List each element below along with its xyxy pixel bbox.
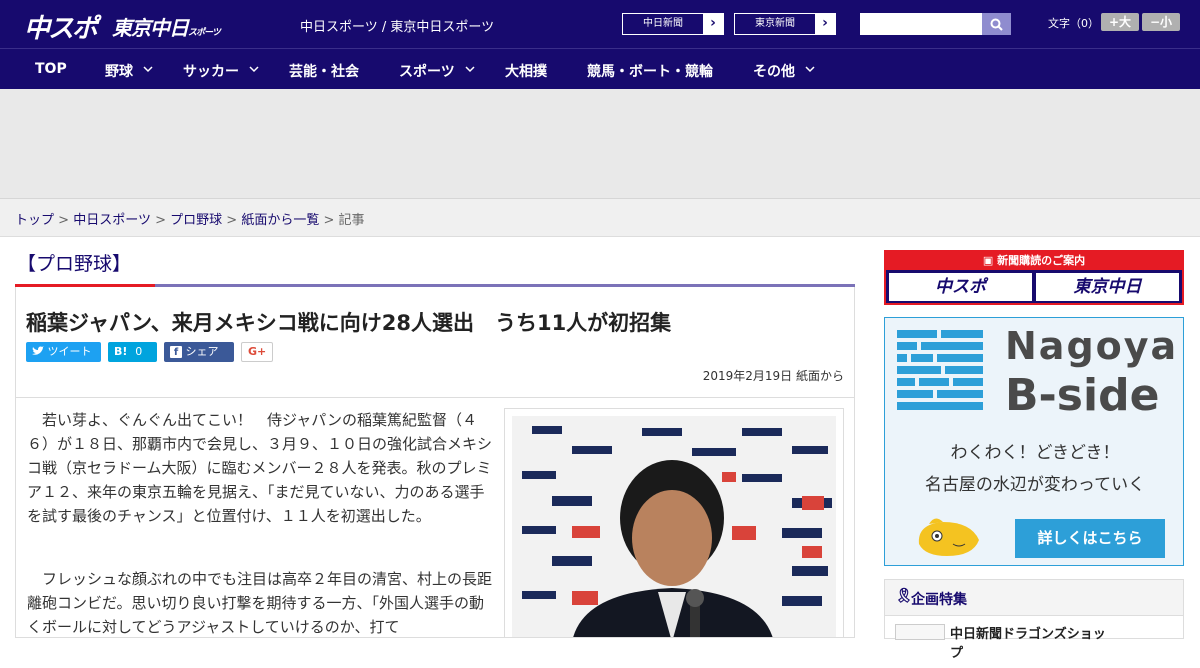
breadcrumb-current: 記事	[338, 213, 365, 228]
section-label: 【プロ野球】	[17, 253, 132, 275]
facebook-icon: f	[170, 346, 182, 358]
special-features-header: 🎗 企画特集	[885, 580, 1183, 616]
subscribe-tokyo-chunichi[interactable]: 東京中日	[1036, 273, 1179, 301]
search-input[interactable]	[860, 13, 982, 35]
chevron-down-icon	[249, 66, 259, 73]
sidebar: ▣ 新聞購読のご案内 中スポ 東京中日 Nagoya B-side わくわく！ど…	[884, 250, 1184, 661]
article-title: 稲葉ジャパン、来月メキシコ戦に向け28人選出 うち11人が初招集	[26, 311, 672, 335]
article-photo[interactable]	[504, 408, 844, 637]
breadcrumb-paper-list[interactable]: 紙面から一覧	[241, 213, 319, 228]
special-feature-label: 中日新聞ドラゴンズショップ	[950, 627, 1106, 661]
breadcrumb: トップ > 中日スポーツ > プロ野球 > 紙面から一覧 > 記事	[0, 199, 1200, 237]
brick-wall-icon	[897, 330, 983, 410]
breadcrumb-sep: >	[58, 213, 70, 228]
bside-tagline2: 名古屋の水辺が変わっていく	[924, 475, 1146, 495]
nav-item-baseball[interactable]: 野球	[105, 61, 133, 81]
article-column: 【プロ野球】 稲葉ジャパン、来月メキシコ戦に向け28人選出 うち11人が初招集 …	[15, 239, 855, 638]
article-paragraph: 若い芽よ、ぐんぐん出てこい！ 侍ジャパンの稲葉篤紀監督（４６）が１８日、那覇市内…	[27, 411, 493, 525]
article-body: 若い芽よ、ぐんぐん出てこい！ 侍ジャパンの稲葉篤紀監督（４６）が１８日、那覇市内…	[15, 398, 855, 638]
bside-details-button[interactable]: 詳しくはこちら	[1015, 519, 1165, 558]
font-size-up-button[interactable]: +大	[1101, 13, 1139, 31]
section-heading: 【プロ野球】	[15, 239, 855, 287]
google-plus-button[interactable]: G+	[241, 342, 273, 362]
facebook-share-button[interactable]: f シェア 0	[164, 342, 234, 378]
subscription-header: ▣ 新聞購読のご案内	[886, 252, 1182, 270]
subscription-header-text: 新聞購読のご案内	[997, 254, 1086, 267]
subscription-banner[interactable]: ▣ 新聞購読のご案内 中スポ 東京中日	[884, 250, 1184, 305]
subscribe-chuspo[interactable]: 中スポ	[889, 273, 1032, 301]
gplus-icon: G+	[248, 345, 267, 358]
chevron-down-icon	[805, 66, 815, 73]
nav-item-sumo[interactable]: 大相撲	[505, 61, 547, 81]
nav-item-top[interactable]: TOP	[35, 61, 67, 77]
subscription-options: 中スポ 東京中日	[886, 270, 1182, 304]
tokyo-shimbun-label: 東京新聞	[755, 18, 795, 29]
photo-illustration	[512, 416, 836, 637]
search-button[interactable]	[982, 13, 1011, 35]
article-date: 2019年2月19日 紙面から	[702, 369, 844, 383]
tweet-label: ツイート	[47, 345, 92, 358]
breadcrumb-sep: >	[323, 213, 335, 228]
tokyo-chunichi-logo[interactable]: 東京中日スポーツ	[112, 12, 221, 41]
ad-banner-area	[0, 89, 1200, 199]
ribbon-icon: 🎗	[895, 588, 913, 604]
hatena-count: 0	[135, 345, 143, 358]
special-features-title: 企画特集	[911, 592, 967, 608]
global-nav: TOP 野球 サッカー 芸能・社会 スポーツ 大相撲 競馬・ボート・競輪 その他	[0, 48, 1200, 89]
dragons-shop-thumbnail	[895, 624, 945, 640]
font-size-down-button[interactable]: −小	[1142, 13, 1180, 31]
chunichi-shimbun-link[interactable]: 中日新聞 ›	[622, 13, 724, 35]
breadcrumb-chuspo[interactable]: 中日スポーツ	[73, 213, 151, 228]
search-box	[860, 13, 1011, 35]
hatena-bookmark-button[interactable]: B! 0	[108, 342, 157, 362]
nagoya-bside-ad[interactable]: Nagoya B-side わくわく！どきどき！ 名古屋の水辺が変わっていく 詳…	[884, 317, 1184, 566]
bside-title-line1: Nagoya	[1005, 324, 1179, 368]
chevron-right-icon: ›	[703, 14, 723, 34]
chevron-right-icon: ›	[815, 14, 835, 34]
twitter-icon	[32, 346, 44, 355]
share-count: 0	[170, 365, 177, 378]
nav-item-other[interactable]: その他	[753, 61, 795, 81]
chevron-down-icon	[465, 66, 475, 73]
bside-title-line2: B-side	[1005, 370, 1160, 421]
nav-item-soccer[interactable]: サッカー	[183, 61, 239, 81]
tokyo-logo-text: 東京中日	[112, 16, 189, 40]
site-header: 中スポ 東京中日スポーツ 中日スポーツ / 東京中日スポーツ 中日新聞 › 東京…	[0, 0, 1200, 48]
breadcrumb-baseball[interactable]: プロ野球	[170, 213, 222, 228]
chuspo-logo[interactable]: 中スポ	[24, 8, 98, 45]
shachihoko-mascot-icon	[918, 518, 979, 556]
chevron-down-icon	[143, 66, 153, 73]
nav-item-racing[interactable]: 競馬・ボート・競輪	[587, 61, 713, 81]
hatena-icon: B!	[114, 345, 128, 358]
breadcrumb-sep: >	[155, 213, 166, 228]
chunichi-shimbun-label: 中日新聞	[643, 18, 683, 29]
tokyo-shimbun-link[interactable]: 東京新聞 ›	[734, 13, 836, 35]
bside-tagline1: わくわく！どきどき！	[950, 443, 1120, 463]
font-size-label: 文字（0）	[1048, 17, 1099, 30]
breadcrumb-sep: >	[226, 213, 238, 228]
special-features-box: 🎗 企画特集 中日新聞ドラゴンズショップ	[884, 579, 1184, 661]
site-title: 中日スポーツ / 東京中日スポーツ	[300, 20, 495, 35]
article-header: 稲葉ジャパン、来月メキシコ戦に向け28人選出 うち11人が初招集 ツイート B!…	[15, 287, 855, 398]
share-label: シェア	[185, 345, 219, 358]
special-feature-item[interactable]: 中日新聞ドラゴンズショップ	[885, 616, 1183, 668]
tweet-button[interactable]: ツイート	[26, 342, 101, 362]
breadcrumb-top[interactable]: トップ	[15, 213, 54, 228]
nav-item-entertainment[interactable]: 芸能・社会	[289, 61, 359, 81]
tokyo-logo-small: スポーツ	[188, 28, 221, 38]
press-conference-photo	[512, 416, 836, 637]
newspaper-icon: ▣	[982, 254, 994, 267]
nav-item-sports[interactable]: スポーツ	[399, 61, 455, 81]
article-paragraph: フレッシュな顔ぶれの中でも注目は高卒２年目の清宮、村上の長距離砲コンビだ。思い切…	[27, 570, 493, 636]
search-icon	[990, 18, 1003, 31]
